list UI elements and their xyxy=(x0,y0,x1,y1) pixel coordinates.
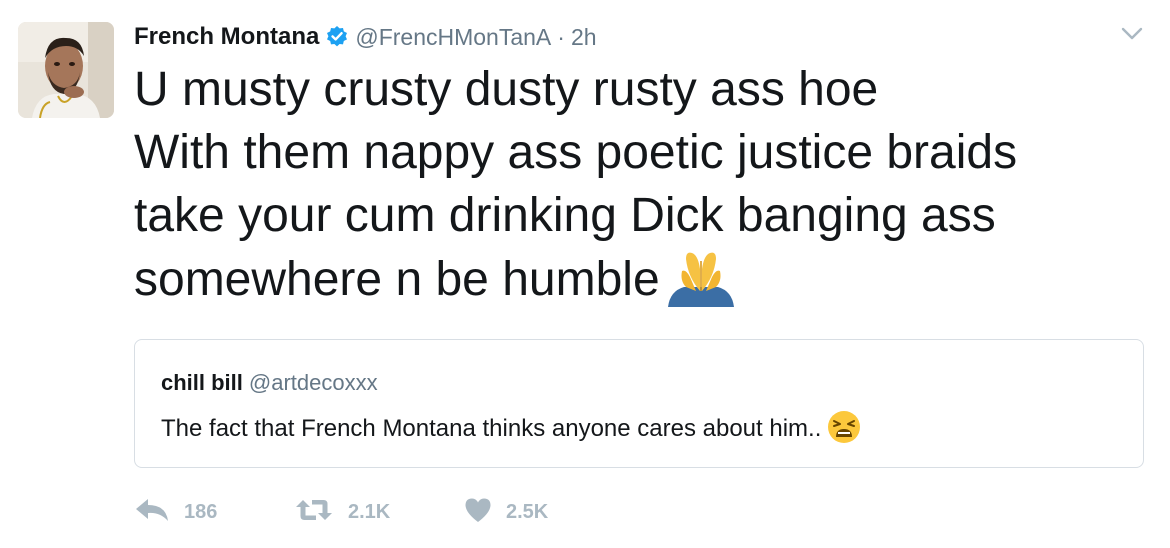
tweet-text: U musty crusty dusty rusty ass hoe With … xyxy=(134,58,1144,311)
quoted-author-name: chill bill xyxy=(161,370,243,395)
reply-icon xyxy=(134,497,170,528)
author-avatar[interactable] xyxy=(18,22,114,118)
quoted-tweet-text-row: The fact that French Montana thinks anyo… xyxy=(161,410,861,444)
tweet-card: French Montana @FrencHMonTanA · 2h U mus… xyxy=(0,0,1170,548)
reply-button[interactable]: 186 xyxy=(134,492,294,532)
folded-hands-icon xyxy=(664,247,738,307)
tweet-timestamp[interactable]: 2h xyxy=(571,24,597,51)
avatar-photo xyxy=(18,22,114,118)
retweet-count: 2.1K xyxy=(348,500,391,523)
quoted-tweet-text: The fact that French Montana thinks anyo… xyxy=(161,415,822,442)
tweet-text-line: U musty crusty dusty rusty ass hoe xyxy=(134,63,879,116)
like-count: 2.5K xyxy=(506,500,549,523)
tired-face-icon xyxy=(827,410,861,444)
quoted-tweet[interactable]: chill bill @artdecoxxx The fact that Fren… xyxy=(134,339,1144,468)
tweet-actions: 186 2.1K 2.5K xyxy=(134,492,624,532)
chevron-down-icon[interactable] xyxy=(1120,26,1144,42)
header-separator: · xyxy=(557,23,565,50)
retweet-button[interactable]: 2.1K xyxy=(294,492,464,532)
tweet-header: French Montana @FrencHMonTanA · 2h xyxy=(134,22,597,52)
tweet-text-line: take your cum drinking Dick banging ass xyxy=(134,189,996,242)
reply-count: 186 xyxy=(184,500,218,523)
author-display-name[interactable]: French Montana xyxy=(134,23,319,51)
heart-icon xyxy=(464,497,492,528)
tweet-text-line-last: somewhere n be humble xyxy=(134,247,1144,311)
author-handle[interactable]: @FrencHMonTanA xyxy=(355,24,551,51)
retweet-icon xyxy=(294,497,334,528)
like-button[interactable]: 2.5K xyxy=(464,492,624,532)
tweet-text-line: With them nappy ass poetic justice braid… xyxy=(134,126,1018,179)
quoted-author-handle: @artdecoxxx xyxy=(248,370,378,395)
verified-badge-icon xyxy=(325,25,349,49)
tweet-text-line: somewhere n be humble xyxy=(134,253,660,306)
quoted-tweet-header: chill bill @artdecoxxx xyxy=(161,370,378,396)
